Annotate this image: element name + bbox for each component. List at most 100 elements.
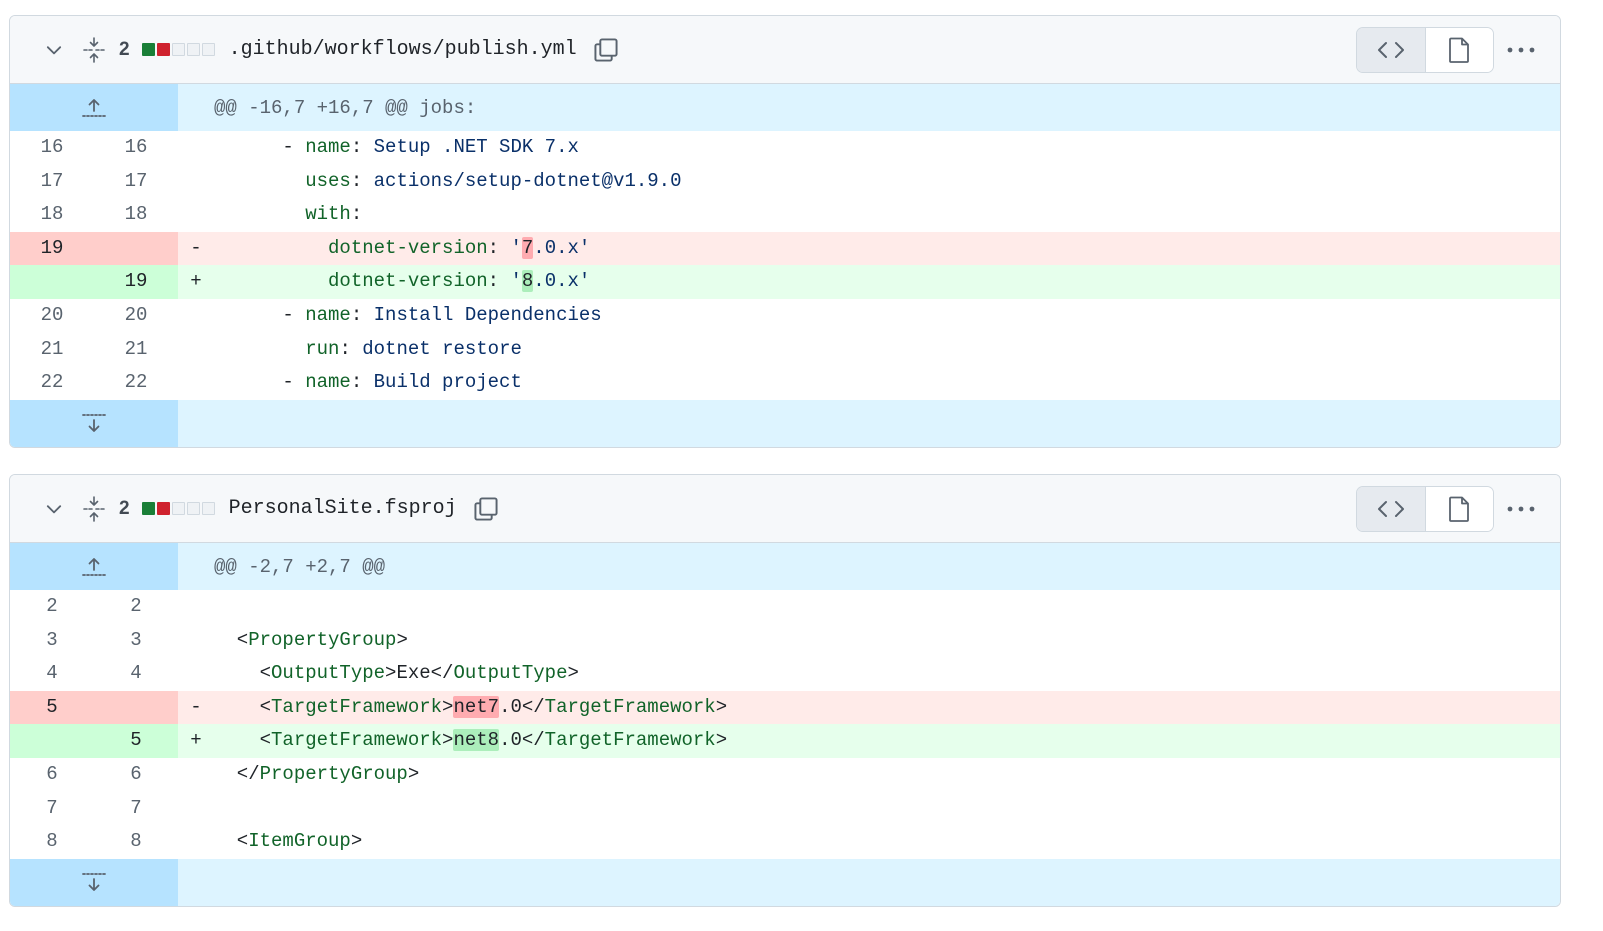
code-text: <TargetFramework>net7.0</TargetFramework… (214, 691, 727, 725)
diffstat-neutral-block (201, 502, 215, 515)
old-line-number[interactable]: 18 (10, 198, 94, 232)
old-line-number[interactable] (10, 265, 94, 299)
new-line-number[interactable]: 3 (94, 624, 178, 658)
code-token: TargetFramework (544, 695, 716, 718)
file-icon[interactable] (1425, 28, 1493, 72)
new-line-number[interactable]: 7 (94, 792, 178, 826)
file-name[interactable]: PersonalSite.fsproj (229, 497, 457, 520)
old-line-number[interactable]: 22 (10, 366, 94, 400)
old-line-number[interactable]: 20 (10, 299, 94, 333)
diff-file: 2 PersonalSite.fsproj @@ -2,7 +2,7 @@ 2 … (9, 474, 1561, 907)
context-line: 44 <OutputType>Exe</OutputType> (10, 657, 1560, 691)
code-token: name (305, 303, 351, 326)
file-name[interactable]: .github/workflows/publish.yml (229, 38, 577, 61)
new-line-number[interactable]: 2 (94, 590, 178, 624)
context-line: 33 <PropertyGroup> (10, 624, 1560, 658)
new-line-number[interactable]: 20 (94, 299, 178, 333)
old-line-number[interactable]: 3 (10, 624, 94, 658)
code-token: uses (305, 169, 351, 192)
code-token: : (350, 169, 374, 192)
diff-marker (178, 758, 214, 792)
code-text: <TargetFramework>net8.0</TargetFramework… (214, 724, 727, 758)
new-line-number[interactable] (94, 231, 178, 266)
copy-icon[interactable] (591, 35, 621, 65)
old-line-number[interactable]: 5 (10, 690, 94, 725)
changed-token: net8 (453, 729, 500, 752)
new-line-number[interactable]: 17 (94, 165, 178, 199)
diffstat-del-block (156, 43, 170, 56)
new-line-number[interactable]: 6 (94, 758, 178, 792)
old-line-number[interactable]: 21 (10, 333, 94, 367)
code-text: <ItemGroup> (214, 825, 362, 859)
code-token: < (214, 695, 272, 718)
old-line-number[interactable]: 17 (10, 165, 94, 199)
diff-file: 2 .github/workflows/publish.yml @@ -16,7… (9, 15, 1561, 448)
code-text: <OutputType>Exe</OutputType> (214, 657, 579, 691)
new-line-number[interactable]: 16 (94, 131, 178, 165)
code-text: uses: actions/setup-dotnet@v1.9.0 (214, 165, 682, 199)
fold-down-icon[interactable] (10, 399, 178, 447)
diff-marker (178, 198, 214, 232)
new-line-number[interactable] (94, 690, 178, 725)
hunk-range: @@ -2,7 +2,7 @@ (214, 555, 386, 578)
code-token: dotnet restore (362, 337, 522, 360)
new-line-number[interactable]: 22 (94, 366, 178, 400)
hunk-header: @@ -16,7 +16,7 @@ jobs: (10, 84, 1560, 131)
code-token: OutputType (453, 662, 568, 685)
changes-count: 2 (119, 38, 130, 60)
old-line-number[interactable] (10, 724, 94, 758)
fold-vertical-icon[interactable] (80, 495, 108, 523)
code-token: TargetFramework (544, 729, 716, 752)
diffstat-neutral-block (186, 502, 200, 515)
code-token: .0</ (499, 729, 545, 752)
code-token: name (305, 136, 351, 158)
code-token: PropertyGroup (259, 762, 408, 785)
old-line-number[interactable]: 2 (10, 590, 94, 624)
code-token: actions/setup-dotnet@v1.9.0 (373, 169, 682, 192)
new-line-number[interactable]: 21 (94, 333, 178, 367)
new-line-number[interactable]: 8 (94, 825, 178, 859)
code-token: > (407, 762, 420, 785)
old-line-number[interactable]: 19 (10, 231, 94, 266)
diff-marker (178, 590, 214, 624)
new-line-number[interactable]: 4 (94, 657, 178, 691)
code-token: .0</ (499, 695, 545, 718)
old-line-number[interactable]: 4 (10, 657, 94, 691)
file-icon[interactable] (1425, 487, 1493, 531)
view-toggle (1356, 486, 1494, 532)
kebab-horizontal-icon[interactable] (1506, 38, 1536, 62)
chevron-down-icon[interactable] (40, 36, 68, 64)
code-token: ItemGroup (248, 830, 351, 853)
copy-icon[interactable] (471, 494, 501, 524)
diffstat-neutral-block (201, 43, 215, 56)
chevron-down-icon[interactable] (40, 495, 68, 523)
code-icon[interactable] (1357, 487, 1426, 531)
code-token: TargetFramework (271, 729, 443, 752)
new-line-number[interactable]: 18 (94, 198, 178, 232)
fold-down-icon[interactable] (10, 858, 178, 906)
diff-marker: - (190, 236, 202, 259)
fold-up-icon[interactable] (10, 84, 178, 131)
code-token: ' (510, 236, 522, 259)
old-line-number[interactable]: 8 (10, 825, 94, 859)
kebab-horizontal-icon[interactable] (1506, 497, 1536, 521)
code-token: Install Dependencies (373, 303, 602, 326)
code-token: TargetFramework (271, 695, 443, 718)
new-line-number[interactable]: 5 (94, 724, 178, 758)
code-text: - name: Install Dependencies (214, 299, 602, 333)
new-line-number[interactable]: 19 (94, 265, 178, 299)
code-icon[interactable] (1357, 28, 1426, 72)
old-line-number[interactable]: 6 (10, 758, 94, 792)
fold-up-icon[interactable] (10, 543, 178, 590)
hunk-header: @@ -2,7 +2,7 @@ (10, 543, 1560, 590)
code-text: </PropertyGroup> (214, 758, 419, 792)
code-text: dotnet-version: '7.0.x' (214, 232, 590, 266)
fold-vertical-icon[interactable] (80, 36, 108, 64)
old-line-number[interactable]: 16 (10, 131, 94, 165)
diff-marker (178, 825, 214, 859)
old-line-number[interactable]: 7 (10, 792, 94, 826)
context-line: 66 </PropertyGroup> (10, 758, 1560, 792)
diffstat-neutral-block (171, 502, 185, 515)
